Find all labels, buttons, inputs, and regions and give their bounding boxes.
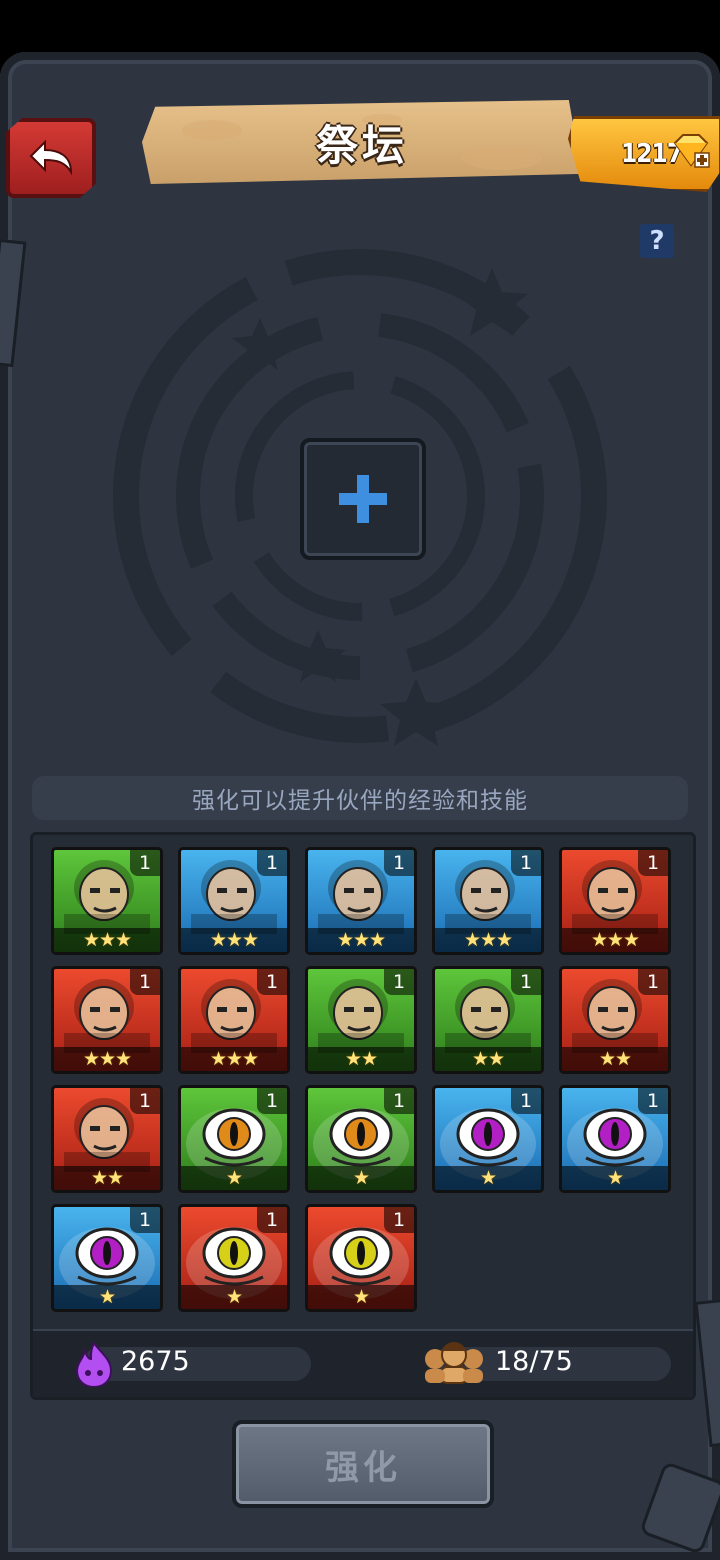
hero-level: 1 [130, 1207, 160, 1233]
hero-stars: ★★★ [308, 928, 414, 952]
hero-card[interactable]: 1 ★★ [432, 966, 544, 1074]
status-bar [0, 0, 720, 52]
hero-level: 1 [257, 969, 287, 995]
hero-card[interactable]: 1 ★ [178, 1085, 290, 1193]
hero-card[interactable]: 1 ★★★ [305, 847, 417, 955]
hero-level: 1 [130, 1088, 160, 1114]
diamond-plus-icon[interactable] [669, 129, 713, 173]
hero-card[interactable]: 1 ★ [432, 1085, 544, 1193]
title-banner: 祭坛 [142, 100, 582, 184]
hero-card[interactable]: 1 ★★ [559, 966, 671, 1074]
hero-stars: ★★ [54, 1166, 160, 1190]
hero-card[interactable]: 1 ★★ [305, 966, 417, 1074]
back-arrow-icon [29, 139, 73, 176]
hero-level: 1 [511, 1088, 541, 1114]
gem-counter[interactable]: 1217 [568, 116, 720, 192]
hero-level: 1 [511, 969, 541, 995]
hero-stars: ★★★ [54, 928, 160, 952]
hero-card[interactable]: 1 ★ [178, 1204, 290, 1312]
hero-stars: ★★★ [562, 928, 668, 952]
hero-stars: ★★ [562, 1047, 668, 1071]
hero-card[interactable]: 1 ★ [51, 1204, 163, 1312]
hero-stars: ★ [562, 1166, 668, 1190]
hero-level: 1 [384, 850, 414, 876]
hero-level: 1 [257, 1088, 287, 1114]
hero-card[interactable]: 1 ★ [559, 1085, 671, 1193]
hero-card[interactable]: 1 ★★★ [432, 847, 544, 955]
purple-flame-icon [75, 1341, 113, 1387]
enhance-button[interactable]: 强化 [232, 1420, 494, 1508]
party-count: 18/75 [495, 1346, 573, 1377]
hero-card[interactable]: 1 ★★★ [51, 847, 163, 955]
hero-level: 1 [257, 1207, 287, 1233]
plus-icon [339, 475, 387, 523]
hero-stars: ★ [308, 1166, 414, 1190]
hero-stars: ★ [181, 1166, 287, 1190]
hero-stars: ★★★ [181, 928, 287, 952]
hero-card[interactable]: 1 ★ [305, 1085, 417, 1193]
hero-stars: ★★ [435, 1047, 541, 1071]
add-hero-slot[interactable] [300, 438, 426, 560]
hero-card[interactable]: 1 ★★ [51, 1085, 163, 1193]
hero-card[interactable]: 1 ★ [305, 1204, 417, 1312]
hero-level: 1 [638, 850, 668, 876]
page-title: 祭坛 [315, 120, 408, 170]
hero-level: 1 [384, 1207, 414, 1233]
hero-level: 1 [638, 1088, 668, 1114]
essence-pill [83, 1347, 311, 1381]
hero-level: 1 [511, 850, 541, 876]
essence-value: 2675 [121, 1346, 190, 1377]
hero-card[interactable]: 1 ★★★ [559, 847, 671, 955]
help-button[interactable]: ? [640, 224, 674, 258]
hero-level: 1 [130, 969, 160, 995]
hero-card[interactable]: 1 ★★★ [51, 966, 163, 1074]
hero-card[interactable]: 1 ★★★ [178, 966, 290, 1074]
back-button[interactable] [6, 118, 96, 198]
hero-level: 1 [384, 1088, 414, 1114]
hero-stars: ★ [54, 1285, 160, 1309]
hero-card[interactable]: 1 ★★★ [178, 847, 290, 955]
hero-stars: ★ [308, 1285, 414, 1309]
hero-level: 1 [257, 850, 287, 876]
hero-level: 1 [130, 850, 160, 876]
hero-stars: ★ [435, 1166, 541, 1190]
hero-stars: ★★★ [54, 1047, 160, 1071]
hero-stars: ★★ [308, 1047, 414, 1071]
resource-bar: 2675 18/75 [33, 1329, 693, 1397]
hero-selection-panel: 1 ★★★ 1 ★★★ 1 ★★★ 1 ★★★ 1 ★★★ 1 ★★★ 1 ★★★ 1 ★★ 1 ★★ 1 ★★ 1 ★★… [30, 832, 696, 1400]
hero-stars: ★★★ [181, 1047, 287, 1071]
hero-stars: ★ [181, 1285, 287, 1309]
hero-stars: ★★★ [435, 928, 541, 952]
altar-hint: 强化可以提升伙伴的经验和技能 [32, 776, 688, 820]
hero-level: 1 [384, 969, 414, 995]
hero-level: 1 [638, 969, 668, 995]
party-members-icon [425, 1342, 483, 1384]
